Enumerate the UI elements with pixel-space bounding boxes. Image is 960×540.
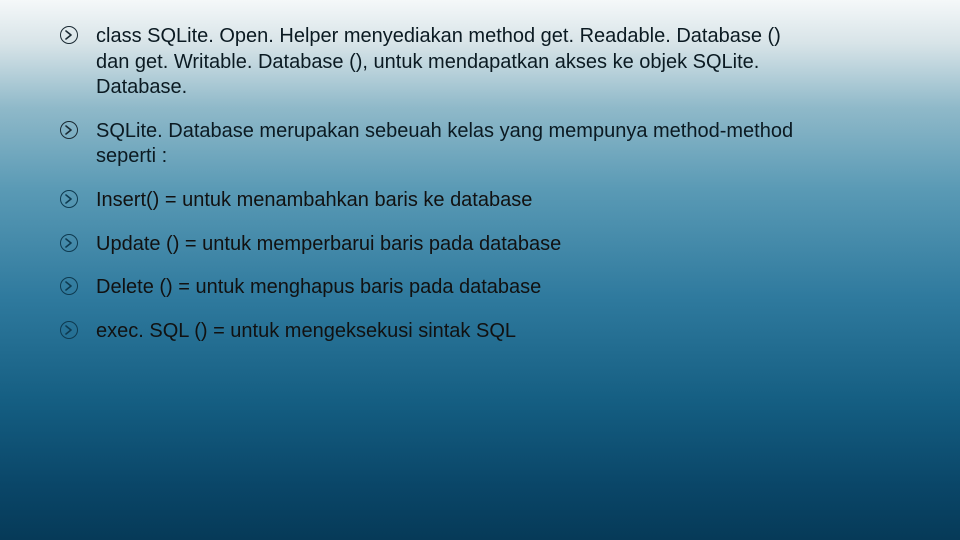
bullet-text: class SQLite. Open. Helper menyediakan m…	[96, 24, 796, 101]
arrow-circle-icon	[60, 190, 78, 208]
list-item: Delete () = untuk menghapus baris pada d…	[60, 275, 900, 301]
bullet-list: class SQLite. Open. Helper menyediakan m…	[60, 24, 900, 344]
arrow-circle-icon	[60, 234, 78, 252]
list-item: class SQLite. Open. Helper menyediakan m…	[60, 24, 900, 101]
bullet-text: Delete () = untuk menghapus baris pada d…	[96, 275, 796, 301]
slide: class SQLite. Open. Helper menyediakan m…	[0, 0, 960, 540]
bullet-text: SQLite. Database merupakan sebeuah kelas…	[96, 119, 796, 170]
arrow-circle-icon	[60, 121, 78, 139]
list-item: exec. SQL () = untuk mengeksekusi sintak…	[60, 319, 900, 345]
bullet-text: Update () = untuk memperbarui baris pada…	[96, 232, 796, 258]
list-item: SQLite. Database merupakan sebeuah kelas…	[60, 119, 900, 170]
bullet-text: Insert() = untuk menambahkan baris ke da…	[96, 188, 796, 214]
arrow-circle-icon	[60, 321, 78, 339]
bullet-text: exec. SQL () = untuk mengeksekusi sintak…	[96, 319, 796, 345]
list-item: Insert() = untuk menambahkan baris ke da…	[60, 188, 900, 214]
arrow-circle-icon	[60, 26, 78, 44]
list-item: Update () = untuk memperbarui baris pada…	[60, 232, 900, 258]
arrow-circle-icon	[60, 277, 78, 295]
